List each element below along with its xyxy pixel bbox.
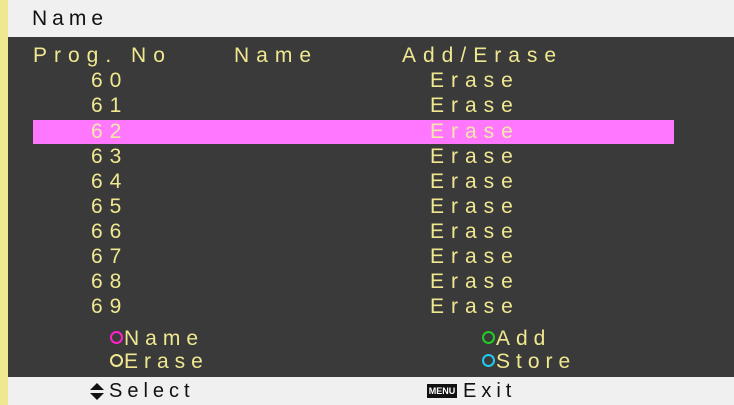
menu-icon: MENU bbox=[427, 384, 457, 398]
header-add-erase: Add/Erase bbox=[402, 44, 564, 67]
prog-number: 63 bbox=[91, 145, 129, 168]
legend-name-label: Name bbox=[124, 327, 205, 350]
prog-number: 66 bbox=[91, 220, 129, 243]
row-action: Erase bbox=[430, 270, 520, 293]
row-action: Erase bbox=[430, 195, 520, 218]
row-action: Erase bbox=[430, 94, 520, 117]
header-prog-no: Prog. No bbox=[33, 44, 172, 67]
legend-store-label: Store bbox=[496, 350, 577, 373]
exit-label[interactable]: Exit bbox=[463, 377, 516, 405]
table-row[interactable]: 69 Erase bbox=[33, 295, 674, 319]
legend-add-label: Add bbox=[496, 327, 552, 350]
table-row[interactable]: 66 Erase bbox=[33, 220, 674, 244]
table-row[interactable]: 67 Erase bbox=[33, 245, 674, 269]
header-name: Name bbox=[234, 44, 319, 67]
page-title: Name bbox=[32, 7, 109, 30]
legend-name[interactable]: Name bbox=[110, 327, 204, 351]
table-row-selected[interactable]: 62 Erase bbox=[33, 120, 674, 144]
title-bar: Name bbox=[8, 0, 734, 37]
footer-bar: Select MENU Exit bbox=[8, 377, 734, 405]
prog-number: 60 bbox=[91, 69, 129, 92]
legend-erase[interactable]: Erase bbox=[110, 350, 209, 374]
cyan-circle-icon bbox=[482, 353, 495, 367]
table-row[interactable]: 61 Erase bbox=[33, 94, 674, 118]
table-row[interactable]: 63 Erase bbox=[33, 145, 674, 169]
prog-number: 65 bbox=[91, 195, 129, 218]
row-action: Erase bbox=[430, 295, 520, 318]
legend-erase-label: Erase bbox=[124, 350, 209, 373]
row-action: Erase bbox=[430, 245, 520, 268]
select-label: Select bbox=[109, 380, 195, 402]
row-action: Erase bbox=[430, 120, 520, 143]
table-row[interactable]: 65 Erase bbox=[33, 195, 674, 219]
row-action: Erase bbox=[430, 220, 520, 243]
table-row[interactable]: 64 Erase bbox=[33, 170, 674, 194]
green-circle-icon bbox=[482, 330, 495, 344]
table-row[interactable]: 68 Erase bbox=[33, 270, 674, 294]
row-action: Erase bbox=[430, 69, 520, 92]
prog-number: 68 bbox=[91, 270, 129, 293]
left-edge-strip bbox=[0, 0, 8, 405]
magenta-circle-icon bbox=[110, 330, 123, 344]
prog-number: 62 bbox=[91, 120, 129, 143]
legend-add[interactable]: Add bbox=[482, 327, 551, 351]
osd-menu: Name Prog. No Name Add/Erase 60 Erase 61… bbox=[0, 0, 734, 405]
up-down-arrow-icon bbox=[90, 383, 104, 400]
legend-store[interactable]: Store bbox=[482, 350, 576, 374]
row-action: Erase bbox=[430, 170, 520, 193]
prog-number: 64 bbox=[91, 170, 129, 193]
yellow-circle-icon bbox=[110, 353, 123, 367]
prog-number: 69 bbox=[91, 295, 129, 318]
prog-number: 67 bbox=[91, 245, 129, 268]
table-row[interactable]: 60 Erase bbox=[33, 69, 674, 93]
prog-number: 61 bbox=[91, 94, 129, 117]
row-action: Erase bbox=[430, 145, 520, 168]
